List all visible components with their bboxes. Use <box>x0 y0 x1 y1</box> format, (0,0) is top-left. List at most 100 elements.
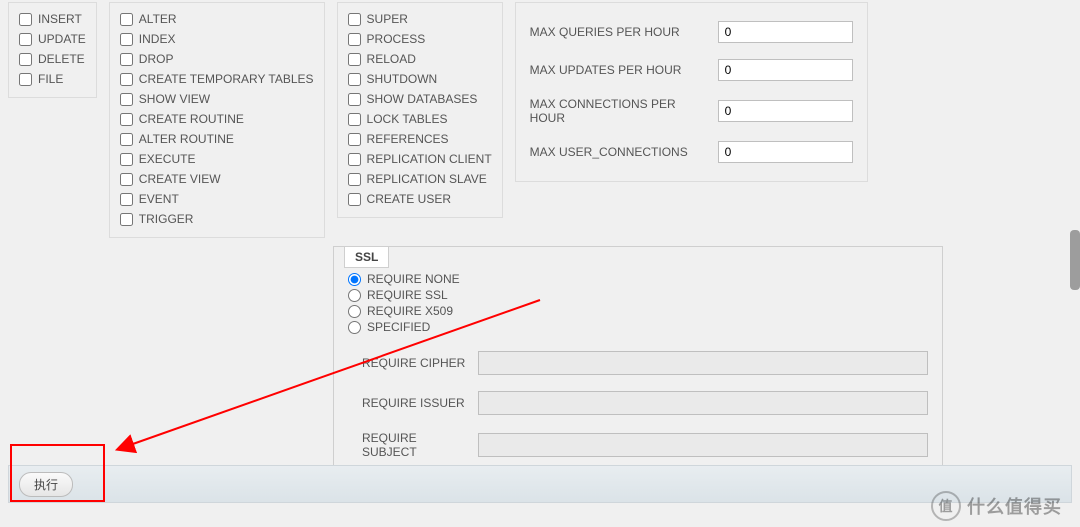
privilege-label: RELOAD <box>367 52 416 66</box>
max-queries-label: MAX QUERIES PER HOUR <box>530 25 710 39</box>
privilege-label: EVENT <box>139 192 179 206</box>
privilege-checkbox[interactable] <box>19 73 32 86</box>
privilege-checkbox[interactable] <box>120 73 133 86</box>
privilege-label: DELETE <box>38 52 85 66</box>
footer-bar: 执行 <box>8 465 1072 503</box>
privilege-checkbox[interactable] <box>19 13 32 26</box>
max-user-connections-input[interactable] <box>718 141 853 163</box>
max-connections-input[interactable] <box>718 100 853 122</box>
privilege-label: FILE <box>38 72 63 86</box>
privilege-checkbox[interactable] <box>348 53 361 66</box>
privilege-checkbox[interactable] <box>348 173 361 186</box>
privilege-label: SUPER <box>367 12 408 26</box>
privilege-checkbox[interactable] <box>120 213 133 226</box>
require-cipher-input[interactable] <box>478 351 928 375</box>
privilege-checkbox[interactable] <box>348 13 361 26</box>
specified-radio[interactable] <box>348 321 361 334</box>
max-updates-label: MAX UPDATES PER HOUR <box>530 63 710 77</box>
privilege-checkbox[interactable] <box>120 133 133 146</box>
max-updates-input[interactable] <box>718 59 853 81</box>
max-connections-label: MAX CONNECTIONS PER HOUR <box>530 97 710 125</box>
privilege-label: SHOW DATABASES <box>367 92 478 106</box>
require-issuer-input[interactable] <box>478 391 928 415</box>
privilege-item: CREATE USER <box>348 189 492 209</box>
require-x509-radio[interactable] <box>348 305 361 318</box>
privilege-checkbox[interactable] <box>19 53 32 66</box>
privilege-item: SUPER <box>348 9 492 29</box>
watermark-text: 什么值得买 <box>967 493 1062 519</box>
privilege-item: UPDATE <box>19 29 86 49</box>
specified-label: SPECIFIED <box>367 320 430 334</box>
privilege-label: LOCK TABLES <box>367 112 448 126</box>
privilege-checkbox[interactable] <box>120 93 133 106</box>
privilege-item: RELOAD <box>348 49 492 69</box>
watermark: 值 什么值得买 <box>931 491 1062 521</box>
privilege-item: REPLICATION SLAVE <box>348 169 492 189</box>
privilege-label: TRIGGER <box>139 212 194 226</box>
max-user-connections-label: MAX USER_CONNECTIONS <box>530 145 710 159</box>
privilege-group-3: SUPER PROCESS RELOAD SHUTDOWN SHOW DATABASES… <box>337 2 503 218</box>
require-none-label: REQUIRE NONE <box>367 272 460 286</box>
privilege-checkbox[interactable] <box>120 13 133 26</box>
privilege-item: LOCK TABLES <box>348 109 492 129</box>
max-queries-input[interactable] <box>718 21 853 43</box>
privilege-label: CREATE ROUTINE <box>139 112 244 126</box>
privilege-item: EXECUTE <box>120 149 314 169</box>
require-subject-input[interactable] <box>478 433 928 457</box>
privilege-item: ALTER <box>120 9 314 29</box>
privilege-label: CREATE TEMPORARY TABLES <box>139 72 314 86</box>
privilege-item: INDEX <box>120 29 314 49</box>
privilege-label: ALTER <box>139 12 177 26</box>
privilege-label: SHUTDOWN <box>367 72 438 86</box>
privilege-item: TRIGGER <box>120 209 314 229</box>
privilege-checkbox[interactable] <box>120 173 133 186</box>
privilege-item: CREATE VIEW <box>120 169 314 189</box>
privilege-item: CREATE ROUTINE <box>120 109 314 129</box>
privilege-label: SHOW VIEW <box>139 92 210 106</box>
privilege-checkbox[interactable] <box>120 53 133 66</box>
privilege-label: EXECUTE <box>139 152 196 166</box>
privilege-checkbox[interactable] <box>348 33 361 46</box>
privilege-label: CREATE VIEW <box>139 172 221 186</box>
privilege-label: REPLICATION SLAVE <box>367 172 487 186</box>
ssl-legend: SSL <box>344 246 389 268</box>
privilege-label: CREATE USER <box>367 192 451 206</box>
privilege-checkbox[interactable] <box>120 33 133 46</box>
privilege-label: REPLICATION CLIENT <box>367 152 492 166</box>
require-ssl-label: REQUIRE SSL <box>367 288 448 302</box>
privilege-label: INDEX <box>139 32 176 46</box>
execute-button[interactable]: 执行 <box>19 472 73 497</box>
resource-limits-panel: MAX QUERIES PER HOUR MAX UPDATES PER HOU… <box>515 2 868 182</box>
privilege-item: REFERENCES <box>348 129 492 149</box>
privilege-item: SHOW VIEW <box>120 89 314 109</box>
privilege-item: FILE <box>19 69 86 89</box>
privilege-label: UPDATE <box>38 32 86 46</box>
require-subject-label: REQUIRE SUBJECT <box>348 431 468 459</box>
privilege-item: EVENT <box>120 189 314 209</box>
privilege-item: SHUTDOWN <box>348 69 492 89</box>
privilege-label: ALTER ROUTINE <box>139 132 234 146</box>
require-x509-label: REQUIRE X509 <box>367 304 453 318</box>
privilege-item: ALTER ROUTINE <box>120 129 314 149</box>
privilege-label: PROCESS <box>367 32 426 46</box>
privilege-checkbox[interactable] <box>19 33 32 46</box>
scrollbar-thumb[interactable] <box>1070 230 1080 290</box>
privilege-label: INSERT <box>38 12 82 26</box>
privilege-group-1: INSERT UPDATE DELETE FILE <box>8 2 97 98</box>
privilege-checkbox[interactable] <box>120 193 133 206</box>
privilege-checkbox[interactable] <box>120 153 133 166</box>
privilege-checkbox[interactable] <box>120 113 133 126</box>
require-issuer-label: REQUIRE ISSUER <box>348 396 468 410</box>
privilege-checkbox[interactable] <box>348 153 361 166</box>
privilege-group-2: ALTER INDEX DROP CREATE TEMPORARY TABLES SHO… <box>109 2 325 238</box>
require-ssl-radio[interactable] <box>348 289 361 302</box>
privilege-checkbox[interactable] <box>348 73 361 86</box>
privilege-checkbox[interactable] <box>348 93 361 106</box>
privilege-checkbox[interactable] <box>348 133 361 146</box>
privilege-checkbox[interactable] <box>348 193 361 206</box>
require-none-radio[interactable] <box>348 273 361 286</box>
privilege-checkbox[interactable] <box>348 113 361 126</box>
privilege-item: PROCESS <box>348 29 492 49</box>
privilege-item: CREATE TEMPORARY TABLES <box>120 69 314 89</box>
privilege-label: DROP <box>139 52 174 66</box>
